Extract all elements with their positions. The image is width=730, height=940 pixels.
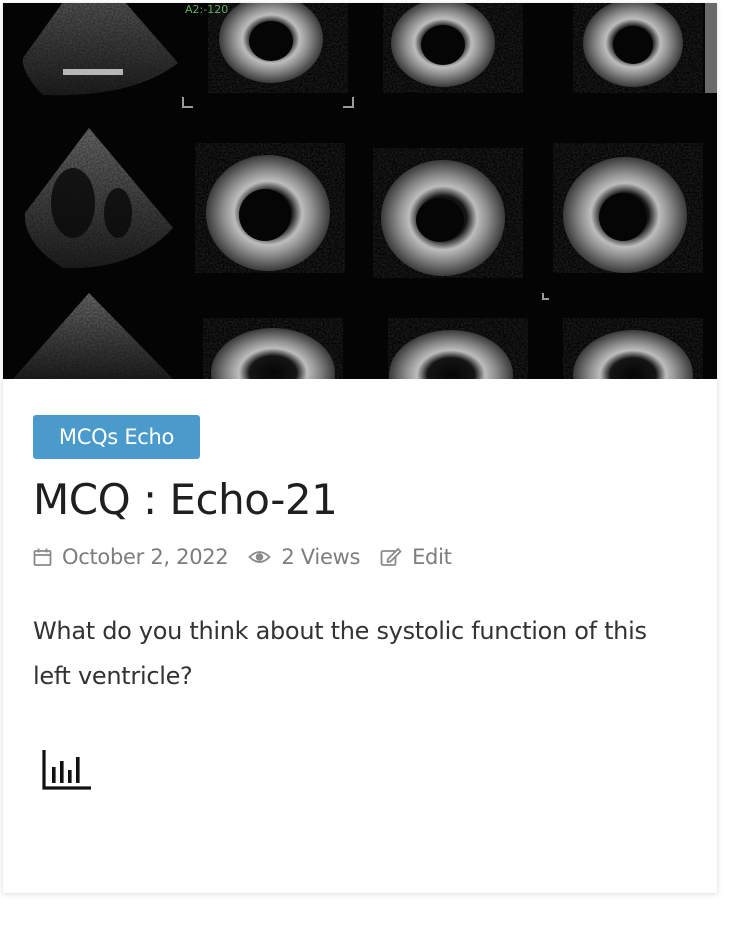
post-edit[interactable]: Edit: [380, 545, 452, 569]
post-meta: October 2, 2022 2 Views Edit: [33, 541, 687, 573]
post-body: MCQs Echo MCQ : Echo-21 October 2, 2022 …: [33, 415, 687, 699]
post-views: 2 Views: [248, 545, 360, 569]
echo-thumbnail-image[interactable]: A2:-120: [3, 3, 717, 379]
edit-icon: [380, 548, 402, 566]
post-date-link[interactable]: October 2, 2022: [62, 545, 229, 569]
post-card: A2:-120 MCQs Echo MCQ : Echo-21 October …: [3, 3, 717, 893]
category-badge[interactable]: MCQs Echo: [33, 415, 200, 459]
edit-link[interactable]: Edit: [412, 545, 452, 569]
eye-icon: [248, 551, 272, 563]
post-excerpt: What do you think about the systolic fun…: [33, 617, 647, 690]
calendar-icon: [33, 548, 52, 566]
short-axis-views: [195, 3, 703, 379]
echo-overlay-label: A2:-120: [185, 3, 228, 16]
post-title[interactable]: MCQ : Echo-21: [33, 473, 687, 527]
post-views-count: 2 Views: [281, 545, 361, 569]
post-date: October 2, 2022: [33, 545, 229, 569]
bar-chart-icon[interactable]: [41, 747, 93, 791]
